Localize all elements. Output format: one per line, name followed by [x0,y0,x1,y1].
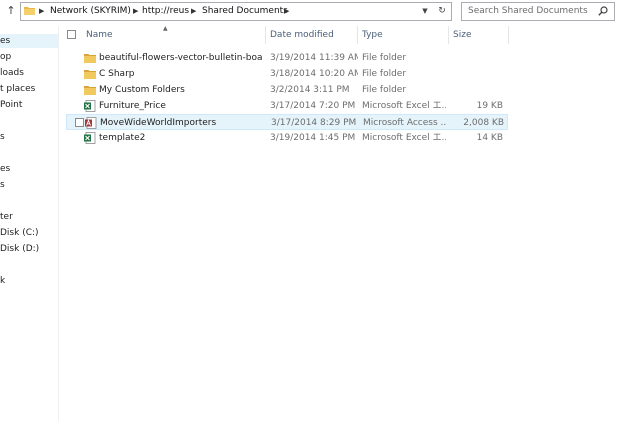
breadcrumb-network[interactable]: Network (SKYRIM) [50,3,131,20]
search-box[interactable]: Search Shared Documents [461,2,615,21]
file-type: Microsoft Access ... [363,118,447,128]
file-size [446,50,503,66]
column-header-type[interactable]: Type [362,26,446,44]
file-type: File folder [362,69,407,79]
nav-item[interactable]: es [0,34,58,48]
breadcrumb-host[interactable]: http://reus [142,3,189,20]
column-header-date-modified[interactable]: Date modified [270,26,354,44]
excel-file-icon [84,100,96,112]
nav-item[interactable]: ter [0,210,13,224]
file-type: Microsoft Excel エ... [362,101,446,111]
file-size [446,82,503,98]
chevron-right-icon[interactable]: ▶ [284,3,289,20]
column-divider[interactable] [508,26,509,44]
search-icon[interactable] [598,6,608,16]
refresh-icon[interactable]: ↻ [435,3,449,20]
column-divider[interactable] [357,26,358,44]
folder-icon [24,7,35,15]
nav-item[interactable]: Disk (C:) [0,226,39,240]
nav-item[interactable]: Point [0,98,22,112]
up-arrow-icon[interactable]: ↑ [4,4,18,18]
column-divider[interactable] [448,26,449,44]
file-row[interactable]: template2 3/19/2014 1:45 PM Microsoft Ex… [66,130,508,146]
file-row[interactable]: C Sharp 3/18/2014 10:20 AM File folder [66,66,508,82]
file-size: 19 KB [476,101,503,111]
nav-item[interactable]: Disk (D:) [0,242,39,256]
address-bar[interactable]: ▶ Network (SKYRIM) ▶ http://reus ▶ Share… [20,2,452,21]
chevron-right-icon[interactable]: ▶ [39,3,44,20]
access-file-icon [85,117,97,129]
file-type: File folder [362,85,407,95]
file-name[interactable]: C Sharp [99,66,263,82]
breadcrumb-shared-documents[interactable]: Shared Documents [202,3,288,20]
file-date-modified: 3/17/2014 7:20 PM [270,101,356,111]
column-header-size[interactable]: Size [453,26,503,44]
folder-icon [84,70,96,79]
dropdown-arrow-icon[interactable]: ▼ [419,3,431,20]
file-type: File folder [362,53,407,63]
file-date-modified: 3/2/2014 3:11 PM [270,85,350,95]
nav-item[interactable]: k [0,274,5,288]
column-divider[interactable] [265,26,266,44]
nav-item[interactable]: loads [0,66,24,80]
nav-item[interactable]: t places [0,82,35,96]
nav-item[interactable]: op [0,50,11,64]
file-size [446,66,503,82]
chevron-right-icon[interactable]: ▶ [191,3,196,20]
search-input[interactable]: Search Shared Documents [468,3,588,20]
file-size: 2,008 KB [463,118,504,128]
navigation-pane: es op loads t places Point s es s ter Di… [0,26,59,421]
folder-icon [84,86,96,95]
nav-item[interactable]: es [0,162,10,176]
folder-icon [84,54,96,63]
column-header-name[interactable]: Name [86,26,262,44]
file-size: 14 KB [476,133,503,143]
file-date-modified: 3/19/2014 11:39 AM [270,53,358,63]
file-row[interactable]: My Custom Folders 3/2/2014 3:11 PM File … [66,82,508,98]
file-row[interactable]: Furniture_Price 3/17/2014 7:20 PM Micros… [66,98,508,114]
file-name[interactable]: Furniture_Price [99,98,263,114]
file-row[interactable]: beautiful-flowers-vector-bulletin-boar..… [66,50,508,66]
select-all-checkbox[interactable] [67,30,76,39]
file-row-hovered[interactable]: MoveWideWorldImporters 3/17/2014 8:29 PM… [66,114,508,130]
chevron-right-icon[interactable]: ▶ [133,3,138,20]
file-date-modified: 3/18/2014 10:20 AM [270,69,358,79]
excel-file-icon [84,132,96,144]
file-date-modified: 3/19/2014 1:45 PM [270,133,356,143]
file-name[interactable]: beautiful-flowers-vector-bulletin-boar..… [99,50,263,66]
row-checkbox[interactable] [75,118,84,127]
file-name[interactable]: MoveWideWorldImporters [100,115,264,131]
file-date-modified: 3/17/2014 8:29 PM [271,118,357,128]
file-name[interactable]: template2 [99,130,263,146]
nav-item[interactable]: s [0,178,5,192]
file-name[interactable]: My Custom Folders [99,82,263,98]
file-type: Microsoft Excel エ... [362,133,446,143]
nav-item[interactable]: s [0,130,5,144]
